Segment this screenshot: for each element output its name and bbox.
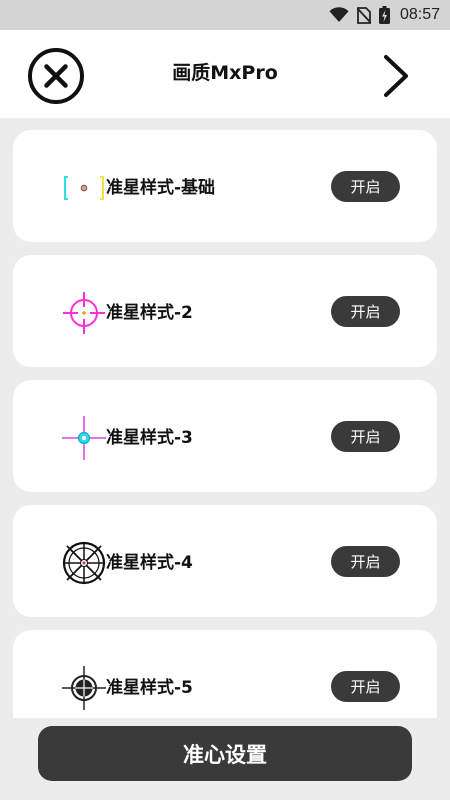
wifi-icon: [329, 7, 349, 23]
crosshair-style-label: 准星样式-4: [106, 553, 193, 573]
header: 画质MxPro: [0, 30, 450, 118]
battery-charging-icon: [378, 6, 390, 24]
chevron-right-icon: [384, 55, 408, 97]
crosshair-cross-cyan-icon: [60, 414, 108, 462]
list-item: 准星样式-5 开启: [13, 630, 437, 718]
next-button[interactable]: [378, 52, 412, 100]
crosshair-circle-magenta-icon: [60, 289, 108, 337]
no-sim-icon: [356, 6, 371, 24]
crosshair-style-label: 准星样式-5: [106, 678, 193, 698]
enable-button[interactable]: 开启: [331, 546, 400, 577]
crosshair-target-icon: [60, 664, 108, 712]
bottom-bar: 准心设置: [0, 718, 450, 800]
crosshair-settings-button[interactable]: 准心设置: [38, 726, 412, 781]
crosshair-style-label: 准星样式-基础: [106, 178, 216, 198]
crosshair-style-list: 准星样式-基础 开启 准星样式-2 开启 准星样式-3 开启 准星样式-4 开启…: [0, 118, 450, 718]
enable-button[interactable]: 开启: [331, 171, 400, 202]
list-item: 准星样式-4 开启: [13, 505, 437, 617]
enable-button[interactable]: 开启: [331, 421, 400, 452]
crosshair-scope-icon: [60, 539, 108, 587]
enable-button[interactable]: 开启: [331, 296, 400, 327]
enable-button[interactable]: 开启: [331, 671, 400, 702]
list-item: 准星样式-2 开启: [13, 255, 437, 367]
status-bar: 08:57: [0, 0, 450, 30]
crosshair-style-label: 准星样式-2: [106, 303, 193, 323]
list-item: 准星样式-基础 开启: [13, 130, 437, 242]
list-item: 准星样式-3 开启: [13, 380, 437, 492]
status-time: 08:57: [399, 6, 440, 23]
crosshair-style-label: 准星样式-3: [106, 428, 193, 448]
crosshair-basic-icon: [60, 164, 108, 212]
